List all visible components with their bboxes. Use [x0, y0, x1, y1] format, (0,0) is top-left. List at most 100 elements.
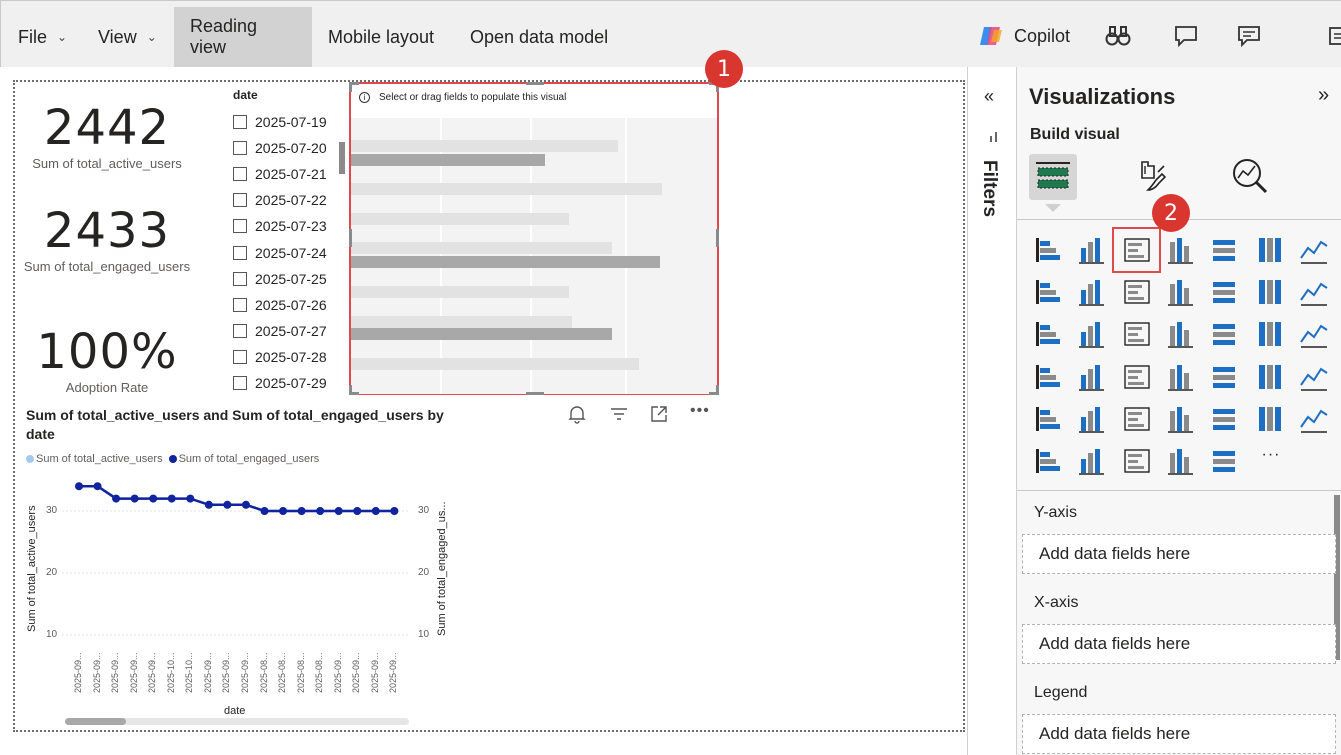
chart-scrollbar-thumb[interactable] — [65, 718, 126, 725]
donut-chart-icon[interactable] — [1164, 317, 1198, 351]
expand-pane-icon[interactable]: » — [1318, 84, 1329, 107]
power-apps-icon[interactable] — [1075, 444, 1109, 478]
build-visual-tab[interactable] — [1029, 154, 1077, 200]
line-chart-icon[interactable] — [1297, 233, 1331, 267]
x-tick-label: 2025-09... — [332, 652, 343, 693]
qa-icon[interactable] — [1164, 402, 1198, 436]
stacked-area-chart-icon[interactable] — [1075, 275, 1109, 309]
area-chart-icon[interactable] — [1031, 275, 1065, 309]
line-and-stacked-column-icon[interactable] — [1164, 275, 1198, 309]
analytics-tab[interactable] — [1230, 156, 1270, 201]
python-visual-icon[interactable] — [1208, 444, 1242, 478]
open-data-model-button[interactable]: Open data model — [454, 7, 624, 67]
more-visuals-button[interactable]: ··· — [1258, 446, 1284, 464]
filter-icon[interactable] — [609, 404, 629, 429]
x-axis-drop-zone[interactable]: Add data fields here — [1022, 624, 1336, 664]
data-point[interactable] — [316, 507, 325, 515]
power-automate-icon[interactable] — [1031, 444, 1065, 478]
focus-mode-icon[interactable] — [649, 404, 669, 429]
filled-map-icon[interactable] — [1297, 317, 1331, 351]
clustered-column-chart-icon[interactable] — [1164, 233, 1198, 267]
data-point[interactable] — [371, 507, 380, 515]
data-point[interactable] — [241, 500, 250, 509]
more-options-icon[interactable]: ••• — [690, 402, 710, 420]
power-apps-diamond-icon[interactable] — [1164, 444, 1198, 478]
gauge-icon[interactable] — [1075, 360, 1109, 394]
card-icon[interactable] — [1120, 360, 1154, 394]
scatter-chart-icon[interactable] — [1075, 317, 1109, 351]
x-tick-label: 2025-10... — [184, 652, 195, 693]
data-point[interactable] — [130, 494, 139, 503]
stacked-column-chart-icon[interactable] — [1075, 233, 1109, 267]
kpi-icon[interactable] — [1208, 360, 1242, 394]
data-point[interactable] — [297, 507, 306, 515]
data-point[interactable] — [149, 494, 158, 503]
arcgis-map-icon[interactable] — [1120, 444, 1154, 478]
ribbon-chart-icon[interactable] — [1253, 275, 1287, 309]
100-stacked-area-chart-icon[interactable] — [1120, 275, 1154, 309]
filters-label[interactable]: Filters — [978, 160, 1000, 217]
metrics-icon[interactable] — [1253, 402, 1287, 436]
series-line-engaged[interactable] — [79, 484, 395, 513]
azure-map-icon[interactable] — [1031, 360, 1065, 394]
y-axis-drop-zone[interactable]: Add data fields here — [1022, 534, 1336, 574]
data-point[interactable] — [334, 507, 343, 515]
data-point[interactable] — [112, 494, 121, 503]
decomposition-tree-icon[interactable] — [1075, 402, 1109, 436]
binoculars-icon[interactable] — [1104, 22, 1132, 50]
waterfall-chart-icon[interactable] — [1297, 275, 1331, 309]
line-chart[interactable] — [0, 0, 470, 730]
data-point[interactable] — [186, 494, 195, 503]
pie-chart-icon[interactable] — [1120, 317, 1154, 351]
slicer-icon[interactable] — [1253, 360, 1287, 394]
data-point[interactable] — [353, 507, 362, 515]
chart-scrollbar-track[interactable] — [65, 718, 409, 725]
data-point[interactable] — [279, 507, 288, 515]
resize-handle[interactable] — [526, 392, 544, 395]
paintbrush-icon — [1141, 161, 1167, 191]
x-tick-label: 2025-09... — [91, 652, 102, 693]
selected-visual-highlight — [1112, 227, 1161, 273]
x-tick-label: 2025-09... — [147, 652, 158, 693]
line-and-clustered-column-icon[interactable] — [1208, 275, 1242, 309]
100-stacked-bar-chart-icon[interactable] — [1208, 233, 1242, 267]
multi-row-card-icon[interactable] — [1164, 360, 1198, 394]
comment-icon[interactable] — [1172, 22, 1200, 50]
resize-handle[interactable] — [526, 82, 544, 85]
notes-icon[interactable] — [1322, 22, 1341, 50]
table-icon[interactable] — [1297, 360, 1331, 394]
smart-narrative-icon[interactable] — [1236, 22, 1264, 50]
x-tick-label: 2025-09... — [73, 652, 83, 693]
tab-pointer — [1045, 204, 1061, 212]
open-data-model-label: Open data model — [470, 26, 609, 47]
matrix-icon[interactable] — [1031, 402, 1065, 436]
resize-handle[interactable] — [716, 229, 719, 247]
funnel-icon[interactable] — [1031, 317, 1065, 351]
data-point[interactable] — [390, 507, 399, 515]
data-point[interactable] — [260, 507, 269, 515]
100-stacked-column-chart-icon[interactable] — [1253, 233, 1287, 267]
key-influencers-icon[interactable] — [1120, 402, 1154, 436]
resize-handle[interactable] — [716, 385, 719, 395]
format-visual-tab[interactable] — [1134, 158, 1170, 199]
copilot-icon — [980, 27, 1002, 45]
data-point[interactable] — [223, 500, 232, 509]
step-badge-1: 1 — [705, 50, 743, 88]
bell-icon[interactable] — [567, 404, 587, 429]
copilot-button[interactable]: Copilot — [978, 24, 1070, 48]
data-point[interactable] — [93, 482, 102, 491]
copilot-label: Copilot — [1014, 25, 1071, 46]
paginated-report-icon[interactable] — [1208, 402, 1242, 436]
map-icon[interactable] — [1253, 317, 1287, 351]
data-point[interactable] — [167, 494, 176, 503]
collapse-filters-icon[interactable]: « — [984, 86, 994, 107]
y-tick-label-left: 30 — [46, 505, 58, 516]
treemap-icon[interactable] — [1208, 317, 1242, 351]
legend-drop-zone[interactable]: Add data fields here — [1022, 714, 1336, 754]
legend-well-label: Legend — [1034, 684, 1088, 701]
smart-narrative-icon[interactable] — [1297, 402, 1331, 436]
stacked-bar-chart-icon[interactable] — [1031, 233, 1065, 267]
visualizations-title: Visualizations — [1029, 84, 1176, 109]
data-point[interactable] — [204, 500, 213, 509]
data-point[interactable] — [75, 482, 83, 491]
